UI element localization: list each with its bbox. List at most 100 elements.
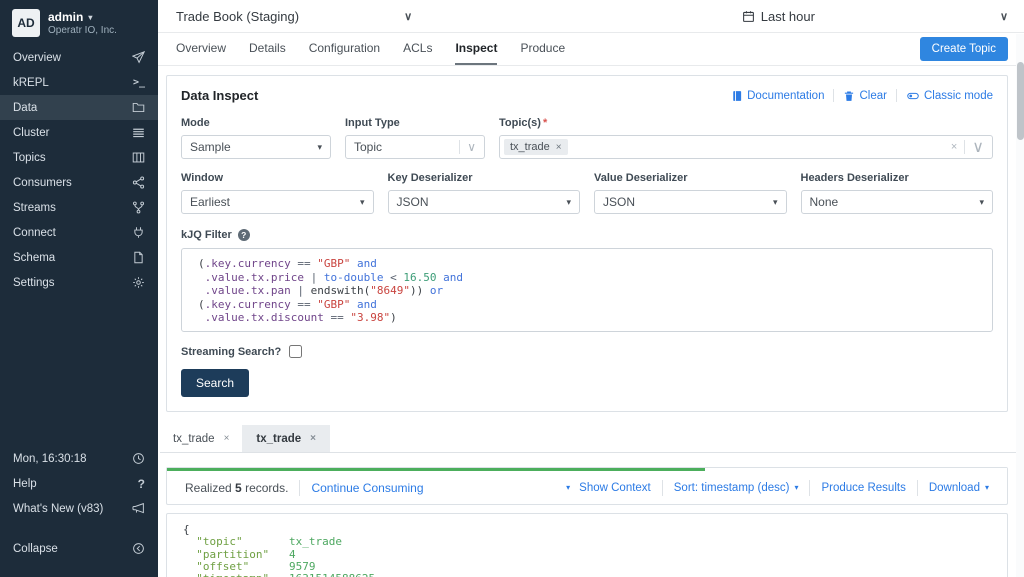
user-menu[interactable]: AD admin ▾ Operatr IO, Inc.	[0, 0, 158, 41]
megaphone-icon	[132, 502, 145, 515]
clear-link[interactable]: Clear	[843, 90, 886, 102]
close-icon[interactable]: ×	[224, 433, 230, 444]
window-label: Window	[181, 172, 374, 184]
share-icon	[132, 176, 145, 189]
produce-results-link[interactable]: Produce Results	[821, 482, 905, 494]
record-json: { "topic" tx_trade "partition" 4 "offset…	[183, 524, 991, 577]
tab-inspect[interactable]: Inspect	[455, 33, 497, 65]
chevron-down-icon: ▾	[794, 483, 798, 492]
clock-icon	[132, 452, 145, 465]
sidebar-item-help[interactable]: Help ?	[0, 471, 158, 496]
key-deserializer-label: Key Deserializer	[388, 172, 581, 184]
gear-icon	[132, 276, 145, 289]
content: Data Inspect Documentation	[158, 66, 1024, 577]
chevron-down-icon: ▾	[360, 197, 365, 208]
sidebar-item-overview[interactable]: Overview	[0, 45, 158, 70]
time-range-selector[interactable]: Last hour	[742, 9, 815, 24]
result-tab-2[interactable]: tx_trade ×	[243, 425, 330, 452]
value-deserializer-select[interactable]: JSON ▾	[594, 190, 787, 214]
streaming-search-label: Streaming Search?	[181, 346, 281, 358]
window-select[interactable]: Earliest ▾	[181, 190, 374, 214]
chevron-down-icon: ∨	[467, 140, 476, 154]
chevron-down-icon[interactable]: ∨	[972, 137, 984, 157]
headers-deserializer-label: Headers Deserializer	[801, 172, 994, 184]
close-icon[interactable]: ×	[310, 433, 316, 444]
sidebar-item-connect[interactable]: Connect	[0, 220, 158, 245]
tab-produce[interactable]: Produce	[520, 33, 565, 65]
topic-chip: tx_trade ×	[504, 139, 568, 155]
topic-tabs: Overview Details Configuration ACLs Insp…	[158, 33, 1024, 66]
divider	[917, 480, 918, 496]
chevron-down-icon: ▾	[985, 483, 989, 492]
chevron-down-icon: ▾	[566, 197, 571, 208]
calendar-icon	[742, 10, 755, 23]
tab-configuration[interactable]: Configuration	[309, 33, 380, 65]
tab-acls[interactable]: ACLs	[403, 33, 432, 65]
cluster-selector[interactable]: Trade Book (Staging)	[176, 9, 299, 24]
chevron-down-icon: ▾	[773, 197, 778, 208]
branch-icon	[132, 201, 145, 214]
chevron-down-icon[interactable]: ∨	[1000, 10, 1008, 23]
kjq-filter-label: kJQ Filter	[181, 229, 232, 241]
sidebar-item-topics[interactable]: Topics	[0, 145, 158, 170]
value-deserializer-label: Value Deserializer	[594, 172, 787, 184]
sidebar-item-krepl[interactable]: kREPL >_	[0, 70, 158, 95]
sidebar-item-settings[interactable]: Settings	[0, 270, 158, 295]
input-type-select[interactable]: Topic ∨	[345, 135, 485, 159]
divider	[896, 89, 897, 102]
scrollbar-thumb[interactable]	[1017, 62, 1024, 140]
classic-mode-link[interactable]: Classic mode	[906, 90, 993, 102]
kjq-filter-editor[interactable]: (.key.currency == "GBP" and .value.tx.pr…	[181, 248, 993, 332]
input-type-label: Input Type	[345, 117, 485, 129]
chevron-down-icon[interactable]: ∨	[404, 10, 412, 23]
key-deserializer-select[interactable]: JSON ▾	[388, 190, 581, 214]
topics-multiselect[interactable]: tx_trade × × ∨	[499, 135, 993, 159]
chevron-down-icon[interactable]: ▾	[566, 483, 570, 492]
chevron-down-icon: ▾	[979, 197, 984, 208]
streaming-search-checkbox[interactable]	[289, 345, 302, 358]
sidebar-item-schema[interactable]: Schema	[0, 245, 158, 270]
sidebar: AD admin ▾ Operatr IO, Inc. Overview kRE…	[0, 0, 158, 577]
book-icon	[731, 90, 743, 102]
mode-select[interactable]: Sample ▾	[181, 135, 331, 159]
paper-plane-icon	[132, 51, 145, 64]
results-output: { "topic" tx_trade "partition" 4 "offset…	[166, 513, 1008, 577]
search-button[interactable]: Search	[181, 369, 249, 397]
topbar: Trade Book (Staging) ∨ Last hour ∨	[158, 0, 1024, 33]
sidebar-item-data[interactable]: Data	[0, 95, 158, 120]
mode-label: Mode	[181, 117, 331, 129]
question-icon: ?	[138, 477, 145, 491]
result-tab-1[interactable]: tx_trade ×	[160, 425, 243, 452]
download-dropdown[interactable]: Download ▾	[929, 482, 989, 494]
sidebar-item-collapse[interactable]: Collapse	[0, 536, 158, 561]
tab-details[interactable]: Details	[249, 33, 286, 65]
required-asterisk: *	[543, 117, 547, 129]
scrollbar[interactable]	[1016, 34, 1024, 577]
create-topic-button[interactable]: Create Topic	[920, 37, 1008, 61]
documentation-link[interactable]: Documentation	[731, 90, 824, 102]
help-icon[interactable]: ?	[238, 229, 250, 241]
user-name: admin	[48, 10, 83, 24]
toggle-icon	[906, 90, 920, 102]
sidebar-item-consumers[interactable]: Consumers	[0, 170, 158, 195]
sidebar-item-clock[interactable]: Mon, 16:30:18	[0, 446, 158, 471]
main-area: Trade Book (Staging) ∨ Last hour ∨ Overv…	[158, 0, 1024, 577]
sidebar-item-whats-new[interactable]: What's New (v83)	[0, 496, 158, 521]
folder-icon	[132, 101, 145, 114]
divider	[662, 480, 663, 496]
divider	[964, 140, 965, 154]
headers-deserializer-select[interactable]: None ▾	[801, 190, 994, 214]
close-icon[interactable]: ×	[556, 142, 562, 153]
divider	[459, 140, 460, 154]
continue-consuming-link[interactable]: Continue Consuming	[311, 481, 423, 495]
data-inspect-panel: Data Inspect Documentation	[166, 75, 1008, 412]
sidebar-item-streams[interactable]: Streams	[0, 195, 158, 220]
clear-all-icon[interactable]: ×	[951, 141, 957, 153]
terminal-icon: >_	[133, 77, 145, 88]
sidebar-item-cluster[interactable]: Cluster	[0, 120, 158, 145]
chevron-down-icon: ▾	[88, 13, 92, 22]
show-context-link[interactable]: Show Context	[579, 482, 651, 494]
tab-overview[interactable]: Overview	[176, 33, 226, 65]
server-icon	[132, 126, 145, 139]
sort-dropdown[interactable]: Sort: timestamp (desc) ▾	[674, 482, 799, 494]
